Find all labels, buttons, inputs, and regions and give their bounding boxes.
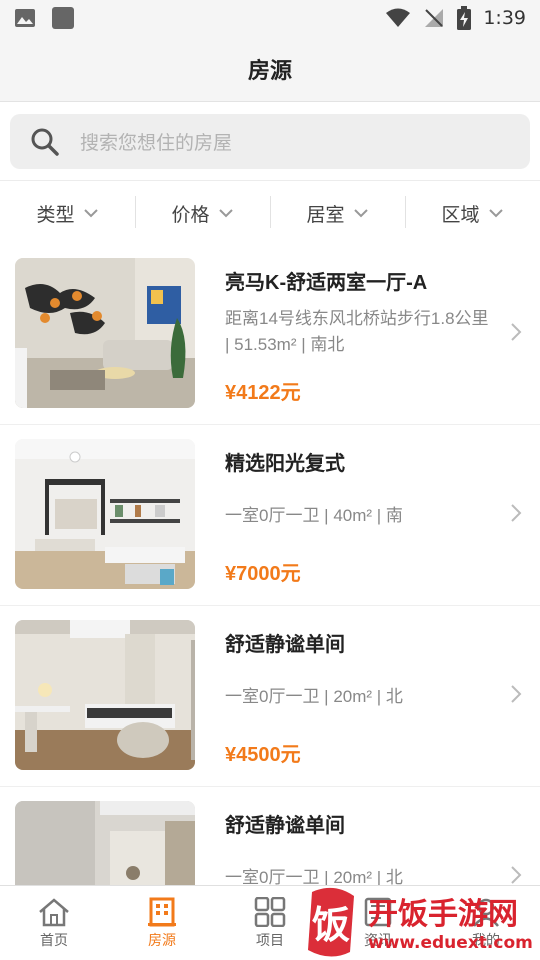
listing-title: 精选阳光复式 xyxy=(225,453,345,475)
watermark-url: www.eduext.com xyxy=(368,933,533,953)
listing-title: 舒适静谧单间 xyxy=(225,815,345,837)
building-icon xyxy=(148,897,176,926)
listing-photo xyxy=(15,258,195,408)
filter-area[interactable]: 区域 xyxy=(405,182,540,244)
filter-label: 区域 xyxy=(441,204,480,226)
search-icon xyxy=(31,128,59,156)
grid-icon xyxy=(254,896,286,927)
filter-type[interactable]: 类型 xyxy=(0,182,135,244)
listing-title: 舒适静谧单间 xyxy=(225,634,345,656)
tab-label: 项目 xyxy=(256,931,284,948)
filter-bar: 类型 价格 居室 区域 xyxy=(0,182,540,244)
listing-desc: 距离14号线东风北桥站步行1.8公里 | 51.53m² | 南北 xyxy=(225,309,489,354)
page-title: 房源 xyxy=(247,57,292,83)
filter-label: 类型 xyxy=(36,204,75,226)
listing-photo xyxy=(15,439,195,589)
chevron-down-icon xyxy=(353,209,368,218)
listing-card[interactable]: 亮马K-舒适两室一厅-A 距离14号线东风北桥站步行1.8公里 | 51.53m… xyxy=(0,244,540,425)
tab-label: 首页 xyxy=(40,931,68,948)
square-app-icon xyxy=(52,7,74,29)
watermark-brand-glyph: 饭 xyxy=(312,903,350,947)
chevron-right-icon xyxy=(511,685,522,703)
tab-home[interactable]: 首页 xyxy=(0,886,108,960)
site-watermark: 饭 开饭手游网 www.eduext.com xyxy=(300,882,540,960)
home-icon xyxy=(39,897,69,926)
filter-price[interactable]: 价格 xyxy=(135,182,270,244)
listing-price: ¥4122元 xyxy=(225,382,301,404)
no-signal-icon xyxy=(425,9,444,27)
tab-label: 房源 xyxy=(148,931,176,948)
app-header: 房源 xyxy=(0,36,540,102)
listing-list: 亮马K-舒适两室一厅-A 距离14号线东风北桥站步行1.8公里 | 51.53m… xyxy=(0,244,540,960)
listing-desc: 一室0厅一卫 | 40m² | 南 xyxy=(225,506,403,525)
search-placeholder: 搜索您想住的房屋 xyxy=(80,133,233,154)
chevron-down-icon xyxy=(83,209,98,218)
tab-listings[interactable]: 房源 xyxy=(108,886,216,960)
image-icon xyxy=(15,9,35,27)
battery-charging-icon xyxy=(457,6,472,30)
listing-photo xyxy=(15,620,195,770)
chevron-right-icon xyxy=(511,323,522,341)
status-bar: 1:39 xyxy=(0,0,540,36)
filter-label: 价格 xyxy=(171,204,210,226)
chevron-down-icon xyxy=(218,209,233,218)
clock-time: 1:39 xyxy=(483,7,526,29)
listing-title: 亮马K-舒适两室一厅-A xyxy=(225,272,428,294)
listing-card[interactable]: 精选阳光复式 一室0厅一卫 | 40m² | 南 ¥7000元 xyxy=(0,425,540,606)
search-section: 搜索您想住的房屋 xyxy=(0,103,540,181)
watermark-site-name: 开饭手游网 xyxy=(368,897,518,932)
listing-desc: 一室0厅一卫 | 20m² | 北 xyxy=(225,687,403,706)
listing-price: ¥7000元 xyxy=(225,563,301,585)
chevron-down-icon xyxy=(488,209,503,218)
listing-price: ¥4500元 xyxy=(225,744,301,766)
filter-label: 居室 xyxy=(306,204,345,226)
filter-rooms[interactable]: 居室 xyxy=(270,182,405,244)
wifi-icon xyxy=(386,8,411,27)
chevron-right-icon xyxy=(511,504,522,522)
search-input[interactable]: 搜索您想住的房屋 xyxy=(10,114,530,169)
listing-card[interactable]: 舒适静谧单间 一室0厅一卫 | 20m² | 北 ¥4500元 xyxy=(0,606,540,787)
